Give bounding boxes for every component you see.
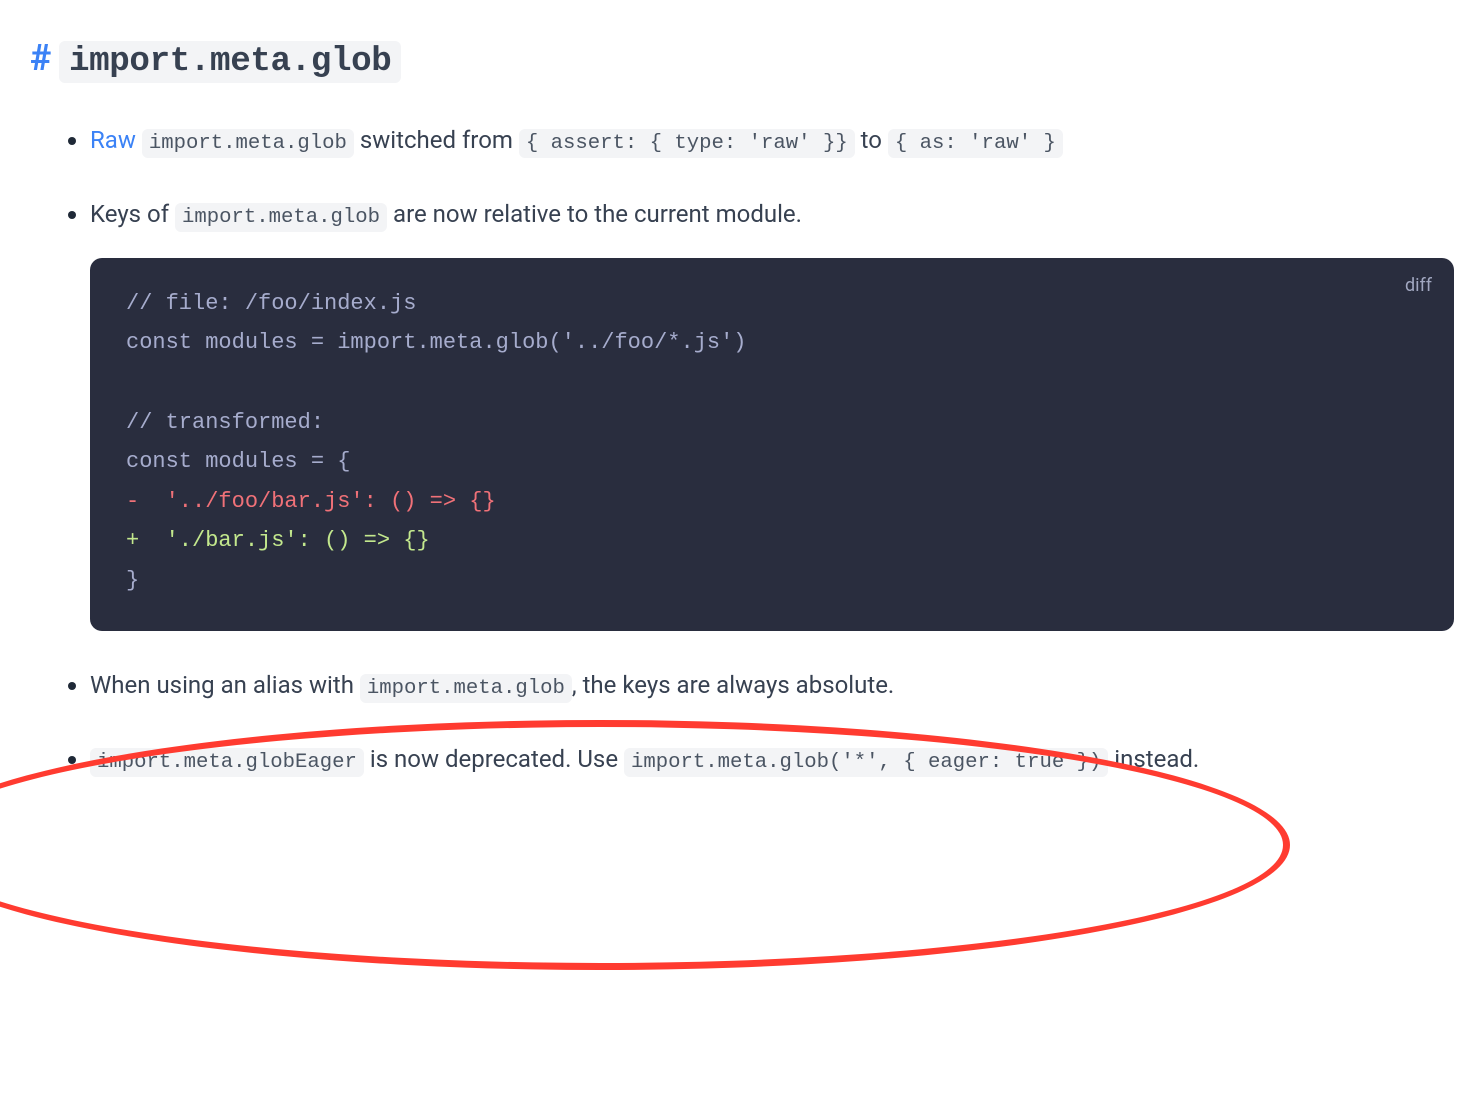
raw-link[interactable]: Raw bbox=[90, 126, 142, 154]
text: are now relative to the current module. bbox=[387, 200, 802, 228]
list-item: import.meta.globEager is now deprecated.… bbox=[90, 739, 1454, 779]
bullet-list: Raw import.meta.glob switched from { ass… bbox=[30, 120, 1454, 779]
inline-code: import.meta.glob bbox=[175, 203, 387, 232]
code-block: diff // file: /foo/index.js const module… bbox=[90, 258, 1454, 631]
code-block-lang: diff bbox=[1405, 272, 1432, 301]
heading-code: import.meta.glob bbox=[59, 41, 402, 83]
code-block-content: // file: /foo/index.js const modules = i… bbox=[126, 284, 1454, 601]
inline-code: { as: 'raw' } bbox=[888, 129, 1063, 158]
inline-code: import.meta.globEager bbox=[90, 748, 364, 777]
text: When using an alias with bbox=[90, 671, 360, 699]
diff-added-line: + './bar.js': () => {} bbox=[126, 528, 430, 553]
heading-anchor-hash[interactable]: # bbox=[30, 37, 51, 79]
inline-code: import.meta.glob bbox=[142, 129, 354, 158]
inline-code: import.meta.glob bbox=[360, 674, 572, 703]
inline-code: import.meta.glob('*', { eager: true }) bbox=[624, 748, 1108, 777]
inline-code: { assert: { type: 'raw' }} bbox=[519, 129, 855, 158]
diff-removed-line: - '../foo/bar.js': () => {} bbox=[126, 489, 496, 514]
list-item: Keys of import.meta.glob are now relativ… bbox=[90, 194, 1454, 631]
section-heading: #import.meta.glob bbox=[30, 30, 1454, 90]
text: instead. bbox=[1108, 745, 1199, 773]
text: Keys of bbox=[90, 200, 175, 228]
text: is now deprecated. Use bbox=[364, 745, 624, 773]
text: , the keys are always absolute. bbox=[572, 671, 894, 699]
text: to bbox=[855, 126, 888, 154]
text: switched from bbox=[354, 126, 519, 154]
list-item: Raw import.meta.glob switched from { ass… bbox=[90, 120, 1454, 160]
list-item: When using an alias with import.meta.glo… bbox=[90, 665, 1454, 705]
